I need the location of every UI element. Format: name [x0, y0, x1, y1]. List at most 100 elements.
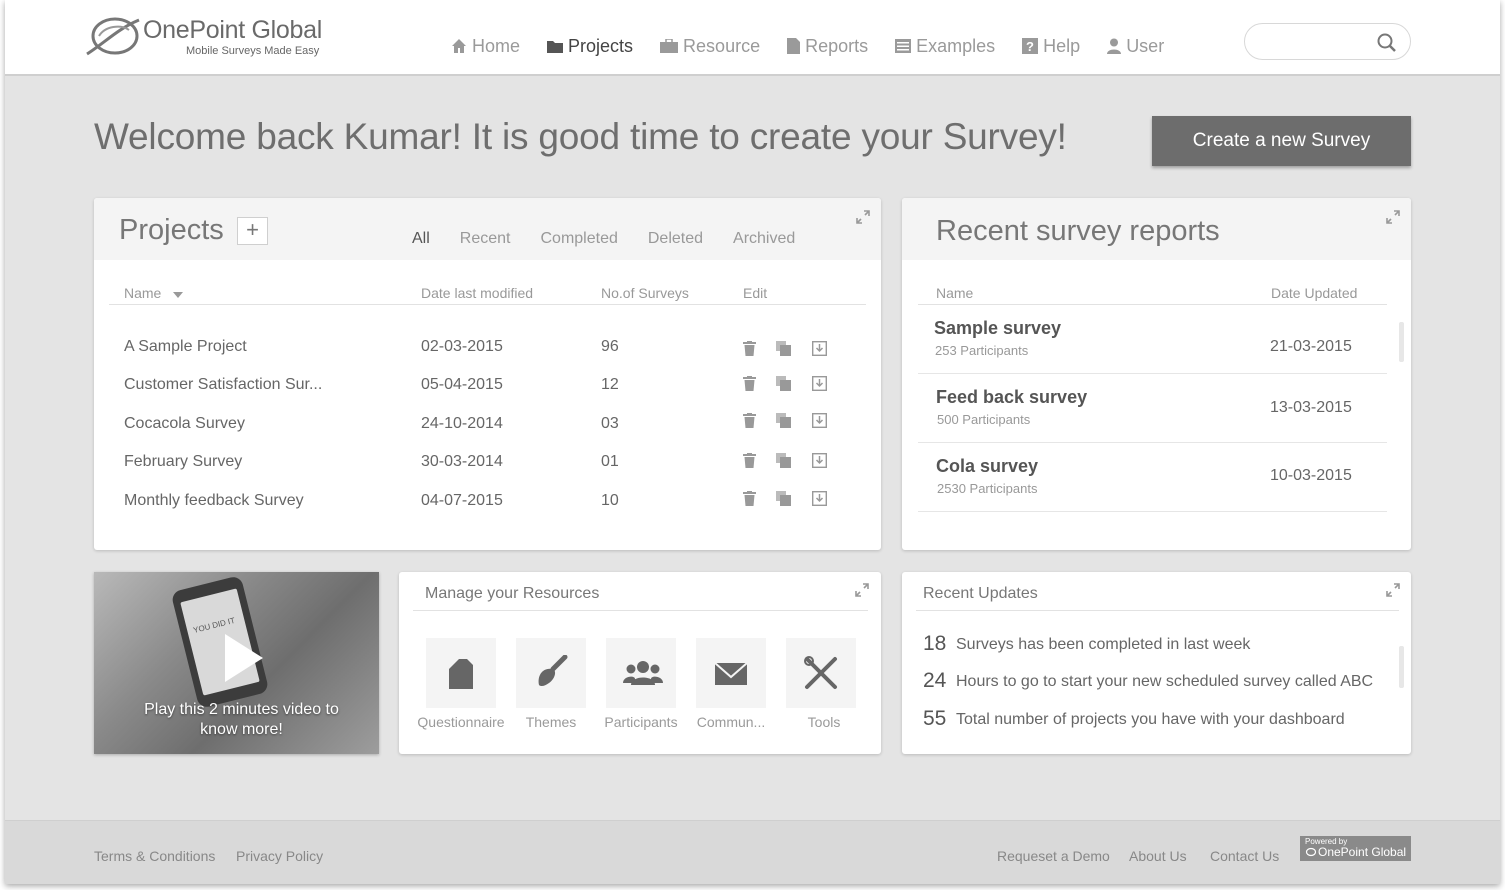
intro-video[interactable]: YOU DID IT Play this 2 minutes video to …: [94, 572, 379, 754]
updates-scrollbar[interactable]: [1399, 646, 1404, 688]
update-count: 18: [923, 632, 947, 655]
download-icon[interactable]: [812, 453, 827, 468]
nav-home-label: Home: [472, 35, 521, 56]
trash-icon[interactable]: [743, 376, 756, 391]
sort-down-icon: [173, 292, 184, 298]
user-icon: [1107, 38, 1122, 54]
nav-projects[interactable]: Projects: [547, 36, 633, 57]
play-icon[interactable]: [225, 634, 263, 682]
filter-completed[interactable]: Completed: [540, 230, 617, 248]
expand-icon[interactable]: [855, 583, 869, 597]
project-date: 05-04-2015: [421, 376, 503, 393]
report-name[interactable]: Sample survey: [934, 318, 1061, 339]
column-report-date-header: Date Updated: [1271, 285, 1358, 301]
trash-icon[interactable]: [743, 341, 756, 356]
update-count: 55: [923, 707, 947, 730]
expand-icon[interactable]: [856, 210, 870, 224]
filter-all[interactable]: All: [412, 230, 430, 248]
nav-user[interactable]: User: [1107, 36, 1164, 57]
nav-home[interactable]: Home: [451, 36, 520, 57]
resource-questionnaire[interactable]: [426, 638, 496, 708]
row-divider: [918, 373, 1387, 374]
footer-privacy-link[interactable]: Privacy Policy: [236, 848, 323, 864]
nav-reports-label: Reports: [805, 35, 869, 56]
brand-logo[interactable]: OnePoint Global Mobile Surveys Made Easy: [85, 12, 335, 64]
nav-help[interactable]: ? Help: [1022, 36, 1080, 57]
expand-icon[interactable]: [1386, 210, 1400, 224]
copy-icon[interactable]: [776, 376, 791, 391]
resource-tools[interactable]: [786, 638, 856, 708]
project-survey-count: 12: [601, 376, 619, 393]
reports-scrollbar[interactable]: [1399, 322, 1404, 362]
column-name-header[interactable]: Name: [124, 285, 184, 301]
updates-divider: [916, 610, 1399, 611]
expand-icon[interactable]: [1386, 583, 1400, 597]
column-report-name-header: Name: [936, 285, 974, 301]
resource-questionnaire-label: Questionnaire: [417, 714, 505, 730]
copy-icon[interactable]: [776, 341, 791, 356]
copy-icon[interactable]: [776, 413, 791, 428]
projects-panel: Projects + All Recent Completed Deleted …: [94, 198, 881, 550]
powered-by-badge[interactable]: Powered by OnePoint Global: [1300, 836, 1411, 861]
reports-title: Recent survey reports: [936, 215, 1220, 247]
video-caption-line2: know more!: [200, 721, 283, 738]
copy-icon[interactable]: [776, 491, 791, 506]
paint-brush-icon: [538, 655, 568, 687]
updates-panel: Recent Updates 18 Surveys has been compl…: [902, 572, 1411, 754]
project-filters: All Recent Completed Deleted Archived: [412, 230, 825, 248]
trash-icon[interactable]: [743, 453, 756, 468]
report-date: 13-03-2015: [1270, 399, 1352, 416]
resource-tools-label: Tools: [807, 714, 841, 730]
nav-reports[interactable]: Reports: [787, 36, 868, 57]
welcome-message: Welcome back Kumar! It is good time to c…: [94, 116, 1067, 157]
search-icon[interactable]: [1377, 33, 1396, 52]
folder-icon: [547, 41, 564, 53]
resource-themes[interactable]: [516, 638, 586, 708]
project-survey-count: 10: [601, 492, 619, 509]
trash-icon[interactable]: [743, 491, 756, 506]
search-input[interactable]: [1259, 32, 1369, 52]
project-name[interactable]: Customer Satisfaction Sur...: [124, 376, 322, 394]
report-date: 10-03-2015: [1270, 467, 1352, 484]
report-name[interactable]: Feed back survey: [936, 387, 1087, 408]
video-caption-line1: Play this 2 minutes video to: [144, 701, 339, 718]
download-icon[interactable]: [812, 376, 827, 391]
project-name[interactable]: Monthly feedback Survey: [124, 492, 304, 510]
footer-demo-link[interactable]: Requeset a Demo: [997, 848, 1110, 864]
download-icon[interactable]: [812, 413, 827, 428]
help-icon: ?: [1022, 38, 1039, 54]
footer-terms-link[interactable]: Terms & Conditions: [94, 848, 215, 864]
brand-name: OnePoint Global: [143, 16, 322, 44]
copy-icon[interactable]: [776, 453, 791, 468]
project-name[interactable]: February Survey: [124, 453, 242, 471]
download-icon[interactable]: [812, 341, 827, 356]
resource-communication[interactable]: [696, 638, 766, 708]
nav-examples[interactable]: Examples: [895, 36, 995, 57]
footer-contact-link[interactable]: Contact Us: [1210, 848, 1279, 864]
main-nav: Home Projects Resource Reports Examples …: [451, 34, 1191, 58]
project-name[interactable]: A Sample Project: [124, 338, 247, 356]
filter-deleted[interactable]: Deleted: [648, 230, 703, 248]
nav-resource-label: Resource: [683, 35, 761, 56]
resource-themes-label: Themes: [525, 714, 577, 730]
create-survey-button[interactable]: Create a new Survey: [1152, 116, 1411, 166]
filter-recent[interactable]: Recent: [460, 230, 511, 248]
project-name[interactable]: Cocacola Survey: [124, 415, 245, 433]
footer-about-link[interactable]: About Us: [1129, 848, 1187, 864]
reports-header: Recent survey reports: [902, 198, 1411, 260]
resources-title: Manage your Resources: [425, 585, 600, 602]
project-date: 04-07-2015: [421, 492, 503, 509]
project-date: 02-03-2015: [421, 338, 503, 355]
resource-participants[interactable]: [606, 638, 676, 708]
download-icon[interactable]: [812, 491, 827, 506]
report-name[interactable]: Cola survey: [936, 456, 1038, 477]
nav-resource[interactable]: Resource: [660, 36, 760, 57]
add-project-button[interactable]: +: [237, 217, 268, 245]
envelope-icon: [714, 662, 748, 685]
column-modified-header: Date last modified: [421, 285, 534, 301]
filter-archived[interactable]: Archived: [733, 230, 795, 248]
report-date: 21-03-2015: [1270, 338, 1352, 355]
project-survey-count: 03: [601, 415, 619, 432]
report-participants: 2530 Participants: [937, 481, 1038, 496]
trash-icon[interactable]: [743, 413, 756, 428]
